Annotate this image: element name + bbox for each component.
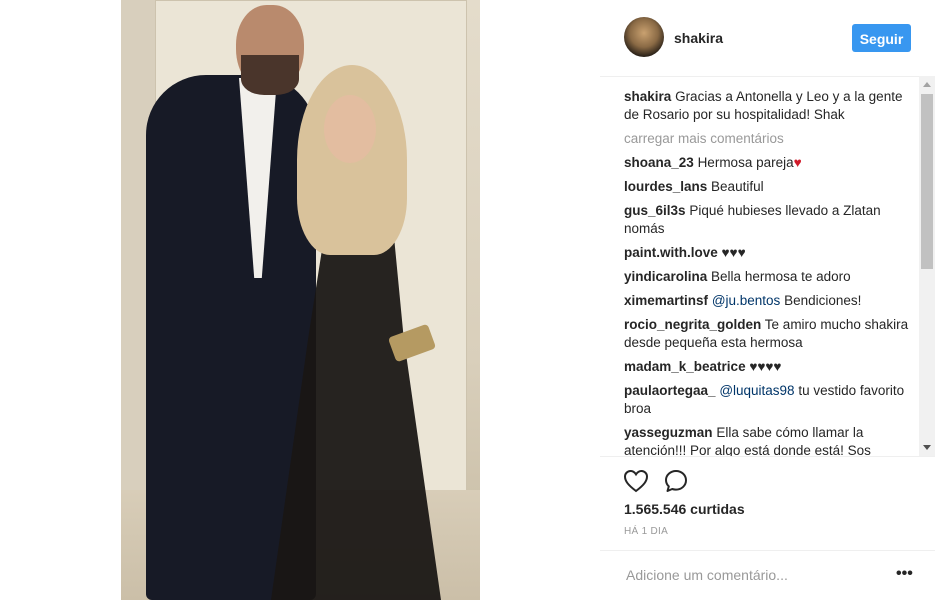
list-item: ximemartinsf @ju.bentos Bendiciones! <box>624 292 916 310</box>
list-item: lourdes_lans Beautiful <box>624 178 916 196</box>
post-sidebar: shakira Seguir shakira Gracias a Antonel… <box>600 0 935 600</box>
comment-username[interactable]: yasseguzman <box>624 425 713 440</box>
avatar[interactable] <box>624 17 664 57</box>
list-item: rocio_negrita_golden Te amiro mucho shak… <box>624 316 916 352</box>
list-item: paulaortegaa_ @luquitas98 tu vestido fav… <box>624 382 916 418</box>
comment-username[interactable]: rocio_negrita_golden <box>624 317 761 332</box>
comment-text: ♥♥♥ <box>721 245 746 260</box>
caption-username[interactable]: shakira <box>624 89 671 104</box>
follow-button[interactable]: Seguir <box>852 24 911 52</box>
list-item: gus_6il3s Piqué hubieses llevado a Zlata… <box>624 202 916 238</box>
header-username[interactable]: shakira <box>674 30 723 46</box>
photo-man-beard <box>241 55 299 95</box>
heart-outline-icon[interactable] <box>622 467 650 495</box>
comment-mention-link[interactable]: @luquitas98 <box>719 383 794 398</box>
comment-text: ♥♥♥♥ <box>749 359 782 374</box>
comment-username[interactable]: shoana_23 <box>624 155 694 170</box>
comment-username[interactable]: madam_k_beatrice <box>624 359 746 374</box>
comments-scrollbar[interactable] <box>919 76 935 456</box>
comment-username[interactable]: paint.with.love <box>624 245 718 260</box>
comment-username[interactable]: gus_6il3s <box>624 203 686 218</box>
comments-list: shakira Gracias a Antonella y Leo y a la… <box>624 88 916 456</box>
add-comment-bar: ••• <box>600 550 935 601</box>
comment-input[interactable] <box>624 563 878 587</box>
comment-mention-link[interactable]: @ju.bentos <box>712 293 781 308</box>
comment-username[interactable]: yindicarolina <box>624 269 707 284</box>
photo-woman-face <box>324 95 376 163</box>
list-item: yasseguzman Ella sabe cómo llamar la ate… <box>624 424 916 456</box>
scroll-up-arrow-icon[interactable] <box>923 82 931 87</box>
speech-bubble-icon[interactable] <box>662 467 690 495</box>
ellipsis-icon[interactable]: ••• <box>896 565 916 583</box>
caption: shakira Gracias a Antonella y Leo y a la… <box>624 88 916 124</box>
post-header: shakira Seguir <box>600 0 935 77</box>
scrollbar-thumb[interactable] <box>921 94 933 269</box>
comment-username[interactable]: lourdes_lans <box>624 179 707 194</box>
likes-count[interactable]: 1.565.546 curtidas <box>624 501 745 517</box>
list-item: shoana_23 Hermosa pareja♥ <box>624 154 916 172</box>
comment-text: Bella hermosa te adoro <box>711 269 851 284</box>
post-timestamp[interactable]: HÁ 1 DIA <box>624 526 668 537</box>
comment-text: Beautiful <box>711 179 764 194</box>
post-photo[interactable] <box>121 0 480 600</box>
comment-username[interactable]: ximemartinsf <box>624 293 708 308</box>
scroll-down-arrow-icon[interactable] <box>923 445 931 450</box>
list-item: madam_k_beatrice ♥♥♥♥ <box>624 358 916 376</box>
list-item: paint.with.love ♥♥♥ <box>624 244 916 262</box>
list-item: yindicarolina Bella hermosa te adoro <box>624 268 916 286</box>
photo-pane <box>0 0 600 600</box>
heart-emoji-icon: ♥ <box>793 155 802 170</box>
load-more-comments-link[interactable]: carregar mais comentários <box>624 130 916 148</box>
comment-text: Hermosa pareja <box>697 155 794 170</box>
comment-text: Bendiciones! <box>784 293 862 308</box>
comment-username[interactable]: paulaortegaa_ <box>624 383 716 398</box>
post-actions: 1.565.546 curtidas HÁ 1 DIA <box>600 456 935 551</box>
